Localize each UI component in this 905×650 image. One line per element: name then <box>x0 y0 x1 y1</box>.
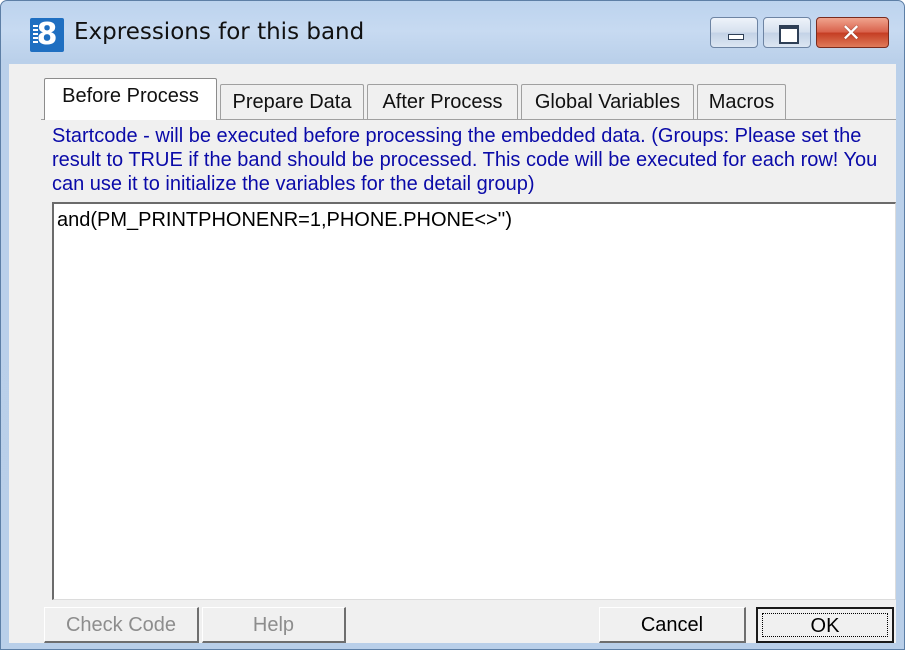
tab-after-process[interactable]: After Process <box>367 84 518 120</box>
check-code-button[interactable]: Check Code <box>44 607 199 643</box>
expression-editor[interactable]: and(PM_PRINTPHONENR=1,PHONE.PHONE<>'') <box>52 202 896 600</box>
ok-button[interactable]: OK <box>756 607 894 643</box>
close-button[interactable]: ✕ <box>816 17 889 48</box>
startcode-description: Startcode - will be executed before proc… <box>52 125 878 195</box>
expressions-dialog: 8 Expressions for this band ✕ Before Pro… <box>0 0 905 650</box>
app-8-icon: 8 <box>30 18 64 52</box>
help-button[interactable]: Help <box>202 607 346 643</box>
tab-macros[interactable]: Macros <box>697 84 786 120</box>
close-icon: ✕ <box>841 19 862 47</box>
dialog-body: Before Process Prepare Data After Proces… <box>9 64 896 643</box>
title-bar[interactable]: 8 Expressions for this band ✕ <box>1 1 904 64</box>
minimize-icon <box>728 34 744 40</box>
window-title: Expressions for this band <box>74 19 365 45</box>
maximize-button[interactable] <box>763 17 811 48</box>
button-bar: Check Code Help Cancel OK <box>44 607 896 643</box>
tab-prepare-data[interactable]: Prepare Data <box>220 84 364 120</box>
tab-global-variables[interactable]: Global Variables <box>521 84 694 120</box>
ok-label: OK <box>810 615 840 637</box>
cancel-button[interactable]: Cancel <box>599 607 746 643</box>
tab-before-process[interactable]: Before Process <box>44 78 217 120</box>
minimize-button[interactable] <box>710 17 758 48</box>
maximize-icon <box>779 25 799 44</box>
